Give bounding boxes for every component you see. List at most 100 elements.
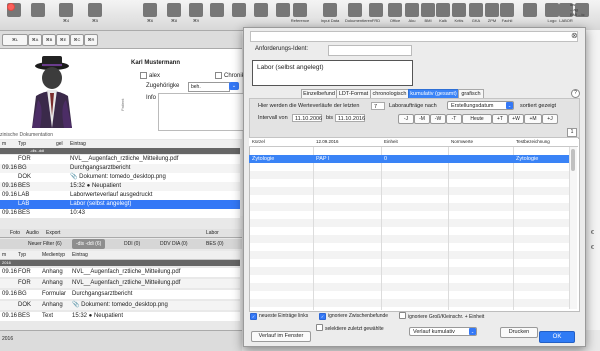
filter-tab-ddv[interactable]: DDV DIA (0) <box>160 239 188 249</box>
cell-typ: LAB <box>18 192 30 198</box>
interval-label: Intervall von <box>258 115 288 121</box>
zugehoerigkeit-dropdown-button[interactable]: ⌄ <box>229 82 239 90</box>
range-button-minus-week[interactable]: -W <box>430 114 446 124</box>
toolbar-item-6[interactable]: ⌘9 <box>186 2 206 28</box>
secbar-button-6[interactable]: ⌘R <box>84 34 98 46</box>
dialog-close-icon[interactable]: ⊗ <box>571 32 578 40</box>
list-item[interactable]: FOR Anhang NVL__Augenfach_rztliche_Mitteil… <box>0 279 240 288</box>
interval-from-input[interactable]: 11.10.2006 <box>292 114 322 122</box>
results-grid-scrollbar[interactable] <box>569 147 577 309</box>
col-date[interactable]: 12.09.2016 <box>316 138 339 146</box>
list-item[interactable]: 09.16 FOR Anhang NVL__Augenfach_rztliche_Mi… <box>0 268 240 277</box>
info-textarea[interactable] <box>158 93 244 131</box>
col-normwerte[interactable]: Normwerte <box>451 138 473 146</box>
range-button-plus-day[interactable]: +T <box>492 114 508 124</box>
range-button-plus-month[interactable]: +M <box>524 114 542 124</box>
tab-foto[interactable]: Foto <box>10 229 20 237</box>
checkbox-box[interactable] <box>215 72 222 79</box>
cell-medium: Anhang <box>42 302 63 308</box>
anforderungs-ident-input[interactable] <box>328 45 412 56</box>
toolbar-item-2[interactable]: ⌘4 <box>56 2 76 28</box>
results-row-selected[interactable]: Zytologie PAP I 0 Zytologie <box>249 155 569 163</box>
cell-testbezeichnung: Zytologie <box>516 156 539 162</box>
option-selektiere-zuletzt[interactable]: selektiere zuletzt gewählte <box>316 324 384 333</box>
alex-checkbox[interactable]: alex <box>140 72 160 79</box>
list-item[interactable]: 09.16 BES 10:43 <box>0 209 240 218</box>
labor-description-field[interactable]: Labor (selbst angelegt) <box>252 60 413 86</box>
dialog-top-field[interactable] <box>250 31 578 42</box>
grid-line <box>381 138 382 310</box>
tab-export[interactable]: Export <box>46 229 60 237</box>
option-ignoriere-zwischenbefunde[interactable]: ✓ ignoriere Zwischenbefunde <box>319 312 388 320</box>
verlauf-im-fenster-button[interactable]: Verlauf im Fenster <box>251 331 311 342</box>
col-testbezeichnung[interactable]: Testbezeichnung <box>516 138 550 146</box>
chronik-checkbox[interactable]: Chronik <box>215 72 245 79</box>
list-item[interactable]: 09.16 LAB Laborwerteverlauf ausgedruckt <box>0 191 240 200</box>
toolbar-item-5[interactable]: ⌘8 <box>164 2 184 28</box>
chevron-icon <box>523 3 537 17</box>
toolbar-item-11[interactable]: Reference <box>290 2 310 28</box>
verlauf-kumulativ-select[interactable]: Verlauf kumulativ ⌄ <box>409 327 477 336</box>
list-item[interactable]: LAB Labor (selbst angelegt) <box>0 200 240 209</box>
interval-to-input[interactable]: 11.10.2016 <box>335 114 365 122</box>
range-button-minus-year[interactable]: -J <box>398 114 414 124</box>
filter-tab-bes[interactable]: BES (0) <box>206 239 224 249</box>
checkbox-icon[interactable] <box>399 312 406 319</box>
help-button[interactable]: ? <box>571 89 580 98</box>
list-item[interactable]: DOK 📎 Dokument: tomedo_desktop.png <box>0 173 240 182</box>
col-einheit[interactable]: Einheit <box>384 138 398 146</box>
list-item[interactable]: FOR NVL__Augenfach_rztliche_Mitteilung.pd… <box>0 155 240 164</box>
checkbox-icon[interactable] <box>316 324 323 331</box>
zugehoerigkeit-select[interactable]: beh. <box>188 82 230 92</box>
secbar-button-4[interactable]: ⌘E <box>56 34 70 46</box>
toolbar-item-8[interactable] <box>229 2 249 28</box>
range-button-minus-month[interactable]: -M <box>414 114 430 124</box>
toolbar-item-14[interactable]: FRD <box>366 2 386 28</box>
count-input[interactable]: 7 <box>371 102 385 110</box>
drucken-button[interactable]: Drucken <box>500 327 538 338</box>
toolbar-item-4[interactable]: ⌘6 <box>140 2 160 28</box>
list-item[interactable]: DOK Anhang 📎 Dokument: tomedo_desktop.png <box>0 301 240 310</box>
option-ignoriere-gross-klein[interactable]: ignoriere Groß/Kleinschr. + Einheit <box>399 312 484 321</box>
toolbar-item-23[interactable] <box>520 2 540 28</box>
window-close-button[interactable] <box>7 3 15 11</box>
filter-tab-dis[interactable]: -dis -ddi (6) <box>72 239 106 249</box>
range-button-today[interactable]: Heute <box>462 114 492 124</box>
secbar-button-5[interactable]: ⌘C <box>70 34 84 46</box>
toolbar-item-3[interactable]: ⌘5 <box>85 2 105 28</box>
toolbar-item-13[interactable]: Dokumentieren <box>345 2 372 28</box>
book-icon <box>348 3 362 17</box>
page-number-field[interactable]: 1 <box>567 128 577 137</box>
secbar-button-1[interactable]: ⌘L <box>2 34 28 46</box>
cell-date: 09.16 <box>2 210 18 216</box>
toolbar-item-1[interactable] <box>28 2 48 28</box>
col-kuerzel[interactable]: Kürzel <box>252 138 265 146</box>
filter-tab-ddi[interactable]: DDI (0) <box>124 239 140 249</box>
list-item[interactable]: 09.16 BG Formular Durchgangsarztbericht <box>0 290 240 299</box>
secbar-button-2[interactable]: ⌘A <box>28 34 42 46</box>
list-item[interactable]: 09.16 BG Durchgangsarztbericht <box>0 164 240 173</box>
toolbar-item-label: ⌘8 <box>170 18 178 23</box>
range-button-minus-day[interactable]: -T <box>446 114 462 124</box>
checkbox-checked-icon[interactable]: ✓ <box>319 313 326 320</box>
clock-icon <box>276 3 290 17</box>
flag-icon <box>88 3 102 17</box>
toolbar-item-22[interactable]: Fachli <box>497 2 517 28</box>
range-button-plus-week[interactable]: +W <box>508 114 524 124</box>
scrollbar-thumb[interactable] <box>571 149 575 171</box>
checkbox-box[interactable] <box>140 72 147 79</box>
checkbox-checked-icon[interactable]: ✓ <box>250 313 257 320</box>
secbar-button-3[interactable]: ⌘B <box>42 34 56 46</box>
sort-select[interactable]: Erstellungsdatum ⌄ <box>447 101 514 110</box>
filter-tab-neu[interactable]: Neuer Filter (6) <box>28 239 62 249</box>
range-button-plus-year[interactable]: +J <box>542 114 558 124</box>
tab-labor[interactable]: Labor <box>206 229 219 237</box>
list-item[interactable]: 09.16 BES Text 15:32 ● Neupatient <box>0 312 240 321</box>
toolbar-item-7[interactable] <box>207 2 227 28</box>
tab-audio[interactable]: Audio <box>26 229 39 237</box>
toolbar-item-12[interactable]: Input Data <box>320 2 340 28</box>
toolbar-item-9[interactable] <box>251 2 271 28</box>
list-item[interactable]: 09.16 BES 15:32 ● Neupatient <box>0 182 240 191</box>
option-neueste-links[interactable]: ✓ neueste Einträge links <box>250 312 308 320</box>
ok-button[interactable]: OK <box>539 331 575 343</box>
